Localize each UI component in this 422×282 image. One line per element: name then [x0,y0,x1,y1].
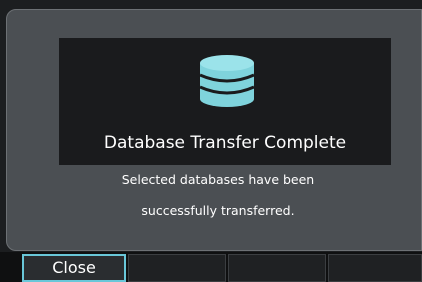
softkey-2[interactable] [128,254,226,282]
softkey-3[interactable] [228,254,326,282]
softkey-bar: Close [0,252,422,282]
dialog-header: Database Transfer Complete [59,38,391,165]
dialog-message-line-2: successfully transferred. [141,203,295,218]
database-icon [199,55,255,107]
dialog-message-line-1: Selected databases have been [121,172,315,187]
softkey-4[interactable] [328,254,422,282]
dialog-title: Database Transfer Complete [103,133,347,153]
close-button[interactable]: Close [22,254,126,282]
